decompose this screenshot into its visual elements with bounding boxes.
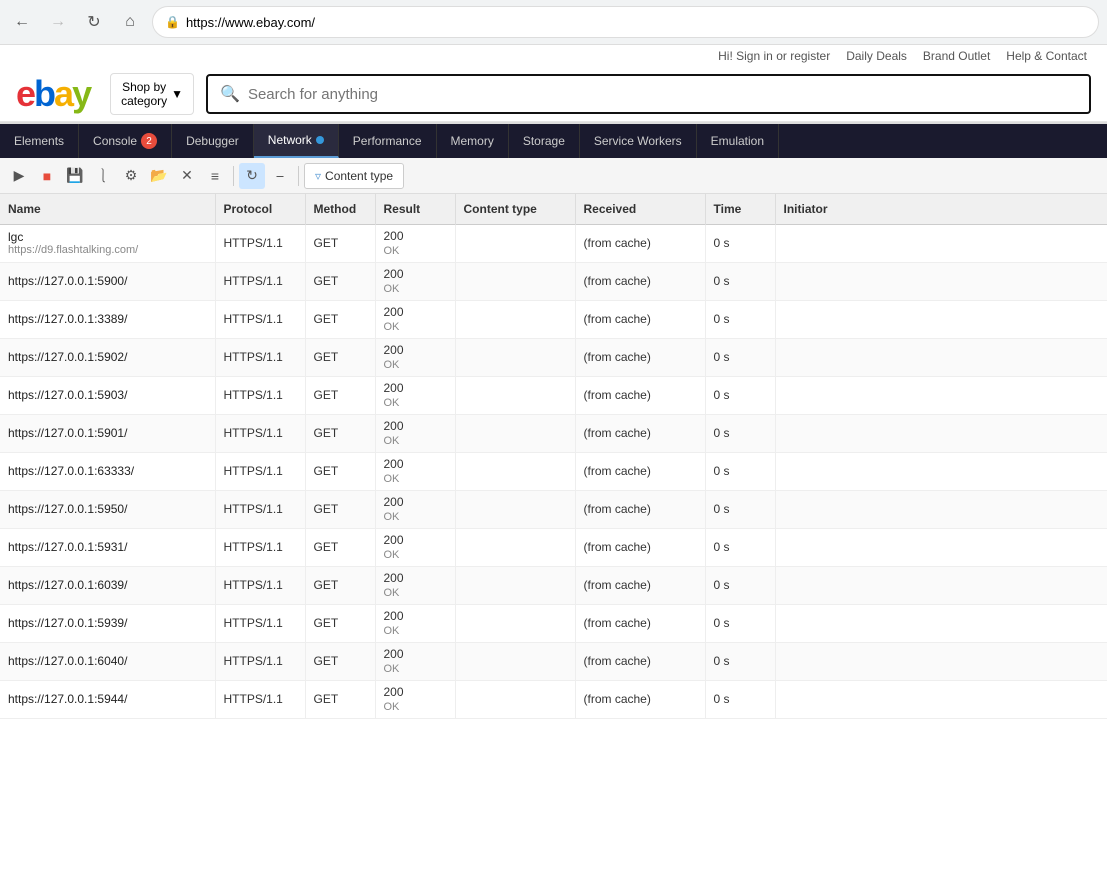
ebay-top-nav: Hi! Sign in or register Daily Deals Bran… bbox=[0, 45, 1107, 67]
brand-outlet-link[interactable]: Brand Outlet bbox=[923, 49, 990, 63]
content-type-filter-label: Content type bbox=[325, 169, 393, 183]
resume-button[interactable]: ▶ bbox=[6, 163, 32, 189]
tab-performance[interactable]: Performance bbox=[339, 124, 437, 158]
ebay-main-nav: ebay Shop bycategory ▼ 🔍 bbox=[0, 67, 1107, 121]
tab-debugger[interactable]: Debugger bbox=[172, 124, 254, 158]
table-row[interactable]: https://127.0.0.1:5903/HTTPS/1.1GET200OK… bbox=[0, 376, 1107, 414]
col-header-name[interactable]: Name bbox=[0, 194, 215, 224]
ebay-logo: ebay bbox=[16, 73, 90, 115]
network-table: Name Protocol Method Result Content type… bbox=[0, 194, 1107, 719]
toolbar-separator bbox=[233, 166, 234, 186]
table-row[interactable]: https://127.0.0.1:3389/HTTPS/1.1GET200OK… bbox=[0, 300, 1107, 338]
ebay-header: Hi! Sign in or register Daily Deals Bran… bbox=[0, 45, 1107, 122]
register-link[interactable]: register bbox=[790, 49, 830, 63]
shop-by-label: Shop bycategory bbox=[121, 80, 167, 108]
tab-elements[interactable]: Elements bbox=[0, 124, 79, 158]
browser-chrome: ← → ↻ ⌂ 🔒 bbox=[0, 0, 1107, 45]
redirect-button[interactable]: ↻ bbox=[239, 163, 265, 189]
tab-memory[interactable]: Memory bbox=[437, 124, 509, 158]
console-badge: 2 bbox=[141, 133, 157, 149]
col-header-initiator[interactable]: Initiator bbox=[775, 194, 1107, 224]
devtools-toolbar: ▶ ■ 💾 ⎱ ⚙ 📂 ✕ ≡ ↻ ⎯ ▿ Content type bbox=[0, 158, 1107, 194]
search-input[interactable] bbox=[248, 86, 1077, 103]
table-row[interactable]: https://127.0.0.1:5950/HTTPS/1.1GET200OK… bbox=[0, 490, 1107, 528]
table-row[interactable]: https://127.0.0.1:5944/HTTPS/1.1GET200OK… bbox=[0, 680, 1107, 718]
lock-icon: 🔒 bbox=[165, 15, 180, 29]
col-header-result[interactable]: Result bbox=[375, 194, 455, 224]
home-button[interactable]: ⌂ bbox=[116, 8, 144, 36]
browser-toolbar: ← → ↻ ⌂ 🔒 bbox=[0, 0, 1107, 44]
table-row[interactable]: https://127.0.0.1:5900/HTTPS/1.1GET200OK… bbox=[0, 262, 1107, 300]
search-icon: 🔍 bbox=[220, 84, 240, 104]
tab-storage[interactable]: Storage bbox=[509, 124, 580, 158]
save-log-button[interactable]: 💾 bbox=[62, 163, 88, 189]
import-button[interactable]: 📂 bbox=[146, 163, 172, 189]
tab-emulation[interactable]: Emulation bbox=[697, 124, 779, 158]
table-row[interactable]: https://127.0.0.1:6039/HTTPS/1.1GET200OK… bbox=[0, 566, 1107, 604]
devtools-panel: Elements Console 2 Debugger Network Perf… bbox=[0, 122, 1107, 868]
table-row[interactable]: https://127.0.0.1:5901/HTTPS/1.1GET200OK… bbox=[0, 414, 1107, 452]
greeting-text: Hi! Sign in or register bbox=[718, 49, 830, 63]
table-row[interactable]: https://127.0.0.1:63333/HTTPS/1.1GET200O… bbox=[0, 452, 1107, 490]
table-row[interactable]: https://127.0.0.1:5939/HTTPS/1.1GET200OK… bbox=[0, 604, 1107, 642]
devtools-tabs: Elements Console 2 Debugger Network Perf… bbox=[0, 124, 1107, 158]
table-header-row: Name Protocol Method Result Content type… bbox=[0, 194, 1107, 224]
tab-network[interactable]: Network bbox=[254, 124, 339, 158]
forward-button[interactable]: → bbox=[44, 8, 72, 36]
toolbar-separator-2 bbox=[298, 166, 299, 186]
filter-icon: ▿ bbox=[315, 169, 321, 183]
tab-service-workers[interactable]: Service Workers bbox=[580, 124, 697, 158]
sign-in-link[interactable]: Sign in bbox=[736, 49, 773, 63]
table-row[interactable]: https://127.0.0.1:6040/HTTPS/1.1GET200OK… bbox=[0, 642, 1107, 680]
table-row[interactable]: lgchttps://d9.flashtalking.com/HTTPS/1.1… bbox=[0, 224, 1107, 262]
shop-by-category-button[interactable]: Shop bycategory ▼ bbox=[110, 73, 194, 115]
block-button[interactable]: ⎯ bbox=[267, 163, 293, 189]
col-header-content-type[interactable]: Content type bbox=[455, 194, 575, 224]
refresh-button[interactable]: ↻ bbox=[80, 8, 108, 36]
chevron-down-icon: ▼ bbox=[171, 87, 183, 101]
network-table-container: Name Protocol Method Result Content type… bbox=[0, 194, 1107, 868]
search-bar: 🔍 bbox=[206, 74, 1091, 114]
help-contact-link[interactable]: Help & Contact bbox=[1006, 49, 1087, 63]
clear-button[interactable]: ✕ bbox=[174, 163, 200, 189]
col-header-method[interactable]: Method bbox=[305, 194, 375, 224]
daily-deals-link[interactable]: Daily Deals bbox=[846, 49, 907, 63]
col-header-protocol[interactable]: Protocol bbox=[215, 194, 305, 224]
col-header-time[interactable]: Time bbox=[705, 194, 775, 224]
network-record-icon bbox=[316, 136, 324, 144]
col-header-received[interactable]: Received bbox=[575, 194, 705, 224]
address-input[interactable] bbox=[186, 15, 1086, 30]
address-bar: 🔒 bbox=[152, 6, 1099, 38]
table-row[interactable]: https://127.0.0.1:5931/HTTPS/1.1GET200OK… bbox=[0, 528, 1107, 566]
table-row[interactable]: https://127.0.0.1:5902/HTTPS/1.1GET200OK… bbox=[0, 338, 1107, 376]
content-type-filter-button[interactable]: ▿ Content type bbox=[304, 163, 404, 189]
tab-console[interactable]: Console 2 bbox=[79, 124, 172, 158]
stop-button[interactable]: ■ bbox=[34, 163, 60, 189]
network-table-body: lgchttps://d9.flashtalking.com/HTTPS/1.1… bbox=[0, 224, 1107, 718]
filter-toggle-button[interactable]: ≡ bbox=[202, 163, 228, 189]
settings-button[interactable]: ⚙ bbox=[118, 163, 144, 189]
back-button[interactable]: ← bbox=[8, 8, 36, 36]
performance-button[interactable]: ⎱ bbox=[90, 163, 116, 189]
